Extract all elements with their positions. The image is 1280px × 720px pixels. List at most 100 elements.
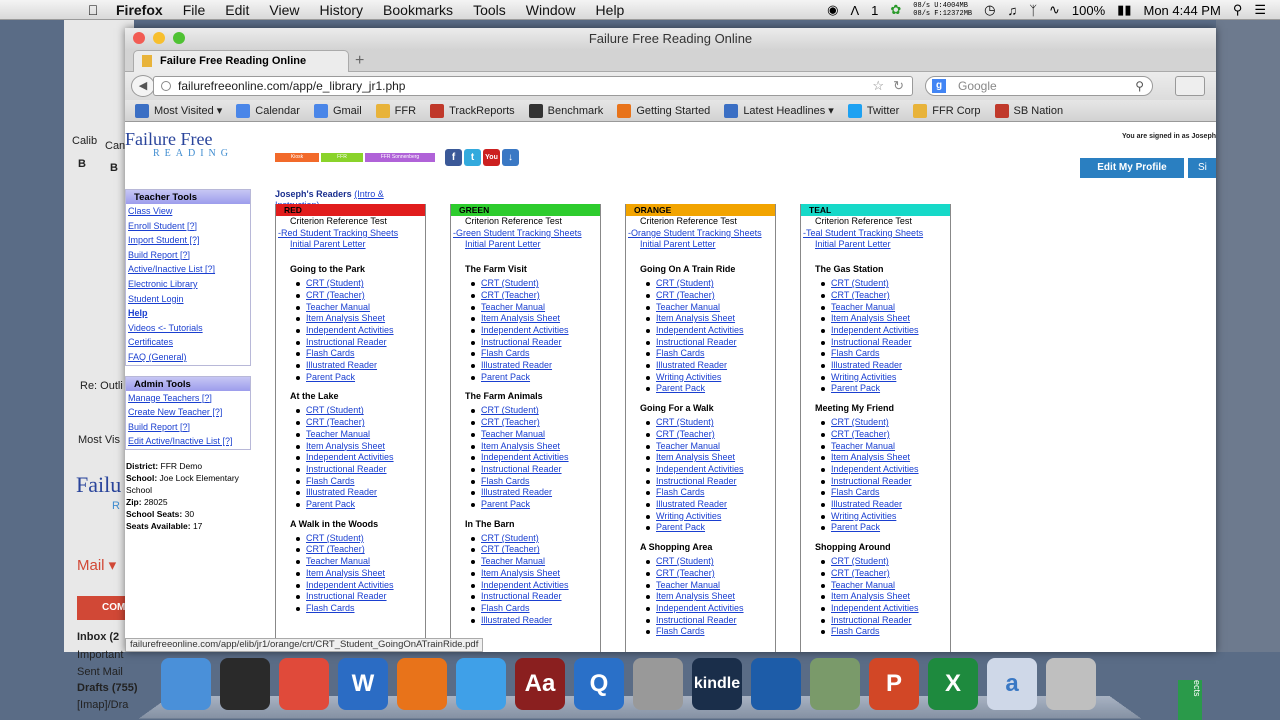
docx-icon[interactable]: a xyxy=(987,658,1037,710)
resource-link[interactable]: Illustrated Reader xyxy=(831,360,902,370)
resource-link[interactable]: Flash Cards xyxy=(481,476,530,486)
sidebar-link[interactable]: Enroll Student [?] xyxy=(126,219,250,234)
parent-letter-link[interactable]: Initial Parent Letter xyxy=(276,239,425,251)
resource-link[interactable]: Teacher Manual xyxy=(306,302,370,312)
resource-link[interactable]: CRT (Student) xyxy=(306,533,364,543)
sidebar-link[interactable]: Active/Inactive List [?] xyxy=(126,262,250,277)
resource-link[interactable]: Teacher Manual xyxy=(481,302,545,312)
resource-link[interactable]: CRT (Student) xyxy=(656,278,714,288)
bookmark-item[interactable]: TrackReports xyxy=(430,103,515,118)
resource-link[interactable]: Parent Pack xyxy=(831,383,880,393)
ffr-button[interactable]: FFR xyxy=(321,153,363,162)
search-input[interactable]: g Google ⚲ xyxy=(925,76,1153,96)
admin-link[interactable]: Edit Active/Inactive List [?] xyxy=(126,434,250,449)
resource-link[interactable]: Illustrated Reader xyxy=(481,615,552,625)
resource-link[interactable]: Item Analysis Sheet xyxy=(656,452,735,462)
sidebar-link[interactable]: Class View xyxy=(126,204,250,219)
resource-link[interactable]: Parent Pack xyxy=(656,383,705,393)
resource-link[interactable]: CRT (Teacher) xyxy=(831,429,890,439)
resource-link[interactable]: Writing Activities xyxy=(831,372,896,382)
menu-app-firefox[interactable]: Firefox xyxy=(106,2,173,18)
resource-link[interactable]: Instructional Reader xyxy=(656,337,737,347)
download-icon[interactable]: ↓ xyxy=(502,149,519,166)
menu-file[interactable]: File xyxy=(173,2,216,18)
resource-link[interactable]: Instructional Reader xyxy=(831,476,912,486)
resource-link[interactable]: Parent Pack xyxy=(831,522,880,532)
resource-link[interactable]: Flash Cards xyxy=(656,348,705,358)
admin-link[interactable]: Build Report [?] xyxy=(126,420,250,435)
resource-link[interactable]: Flash Cards xyxy=(481,348,530,358)
resource-link[interactable]: Instructional Reader xyxy=(831,337,912,347)
resource-link[interactable]: Independent Activities xyxy=(656,603,744,613)
resource-link[interactable]: CRT (Student) xyxy=(306,278,364,288)
resource-link[interactable]: CRT (Teacher) xyxy=(831,290,890,300)
bookmark-item[interactable]: Getting Started xyxy=(617,103,710,118)
resource-link[interactable]: Parent Pack xyxy=(656,522,705,532)
resource-link[interactable]: Independent Activities xyxy=(481,580,569,590)
bookmarks-button[interactable] xyxy=(1175,76,1205,96)
safari-icon[interactable] xyxy=(456,658,506,710)
resource-link[interactable]: Flash Cards xyxy=(831,348,880,358)
resource-link[interactable]: CRT (Teacher) xyxy=(306,417,365,427)
bookmark-star-icon[interactable]: ☆ xyxy=(872,77,884,95)
resource-link[interactable]: Teacher Manual xyxy=(306,556,370,566)
resource-link[interactable]: Flash Cards xyxy=(656,626,705,636)
bookmark-item[interactable]: Benchmark xyxy=(528,103,603,118)
resource-link[interactable]: Item Analysis Sheet xyxy=(306,568,385,578)
menu-bookmarks[interactable]: Bookmarks xyxy=(373,2,463,18)
resource-link[interactable]: Illustrated Reader xyxy=(306,487,377,497)
resource-link[interactable]: Writing Activities xyxy=(656,372,721,382)
resource-link[interactable]: Item Analysis Sheet xyxy=(656,591,735,601)
word-icon[interactable]: W xyxy=(338,658,388,710)
resource-link[interactable]: CRT (Student) xyxy=(481,533,539,543)
wifi-icon[interactable]: ∿ xyxy=(1049,2,1060,18)
resource-link[interactable]: CRT (Student) xyxy=(306,405,364,415)
twitter-icon[interactable]: t xyxy=(464,149,481,166)
resource-link[interactable]: Teacher Manual xyxy=(831,441,895,451)
chrome-icon[interactable] xyxy=(279,658,329,710)
resource-link[interactable]: Instructional Reader xyxy=(481,591,562,601)
dictionary-icon[interactable]: Aa xyxy=(515,658,565,710)
bookmark-item[interactable]: Latest Headlines ▾ xyxy=(724,103,834,118)
firefox-icon[interactable] xyxy=(397,658,447,710)
menu-edit[interactable]: Edit xyxy=(215,2,259,18)
url-bar[interactable]: failurefreeonline.com/app/e_library_jr1.… xyxy=(153,76,913,96)
resource-link[interactable]: Independent Activities xyxy=(481,452,569,462)
reload-icon[interactable]: ↻ xyxy=(893,77,904,95)
resource-link[interactable]: Flash Cards xyxy=(831,487,880,497)
resource-link[interactable]: Item Analysis Sheet xyxy=(306,313,385,323)
leaf-icon[interactable]: ✿ xyxy=(890,2,901,18)
resource-link[interactable]: Illustrated Reader xyxy=(831,499,902,509)
resource-link[interactable]: Instructional Reader xyxy=(306,464,387,474)
resource-link[interactable]: Flash Cards xyxy=(481,603,530,613)
sidebar-link[interactable]: Videos <- Tutorials xyxy=(126,321,250,336)
resource-link[interactable]: Flash Cards xyxy=(831,626,880,636)
sidebar-link[interactable]: Certificates xyxy=(126,335,250,350)
bookmark-item[interactable]: Twitter xyxy=(847,103,899,118)
back-button[interactable]: ◀ xyxy=(131,75,155,97)
resource-link[interactable]: Item Analysis Sheet xyxy=(831,591,910,601)
battery-icon[interactable]: ▮▮ xyxy=(1117,2,1131,18)
record-icon[interactable]: ◉ xyxy=(827,2,838,18)
new-tab-button[interactable]: + xyxy=(355,52,364,70)
resource-link[interactable]: Illustrated Reader xyxy=(481,360,552,370)
resource-link[interactable]: Independent Activities xyxy=(831,325,919,335)
resource-link[interactable]: CRT (Teacher) xyxy=(306,290,365,300)
resource-link[interactable]: Item Analysis Sheet xyxy=(656,313,735,323)
resource-link[interactable]: CRT (Teacher) xyxy=(656,568,715,578)
tracking-sheets-link[interactable]: -Red Student Tracking Sheets xyxy=(276,228,425,240)
finder-icon[interactable] xyxy=(161,658,211,710)
resource-link[interactable]: CRT (Student) xyxy=(656,556,714,566)
resource-link[interactable]: Instructional Reader xyxy=(481,337,562,347)
resource-link[interactable]: CRT (Student) xyxy=(481,278,539,288)
volume-icon[interactable]: ♫ xyxy=(1007,3,1017,18)
resource-link[interactable]: CRT (Student) xyxy=(656,417,714,427)
kindle-icon[interactable]: kindle xyxy=(692,658,742,710)
resource-link[interactable]: Illustrated Reader xyxy=(306,360,377,370)
tracking-sheets-link[interactable]: -Teal Student Tracking Sheets xyxy=(801,228,950,240)
resource-link[interactable]: Item Analysis Sheet xyxy=(481,568,560,578)
resource-link[interactable]: Flash Cards xyxy=(656,487,705,497)
resource-link[interactable]: Item Analysis Sheet xyxy=(831,313,910,323)
resource-link[interactable]: CRT (Student) xyxy=(481,405,539,415)
resource-link[interactable]: Flash Cards xyxy=(306,603,355,613)
